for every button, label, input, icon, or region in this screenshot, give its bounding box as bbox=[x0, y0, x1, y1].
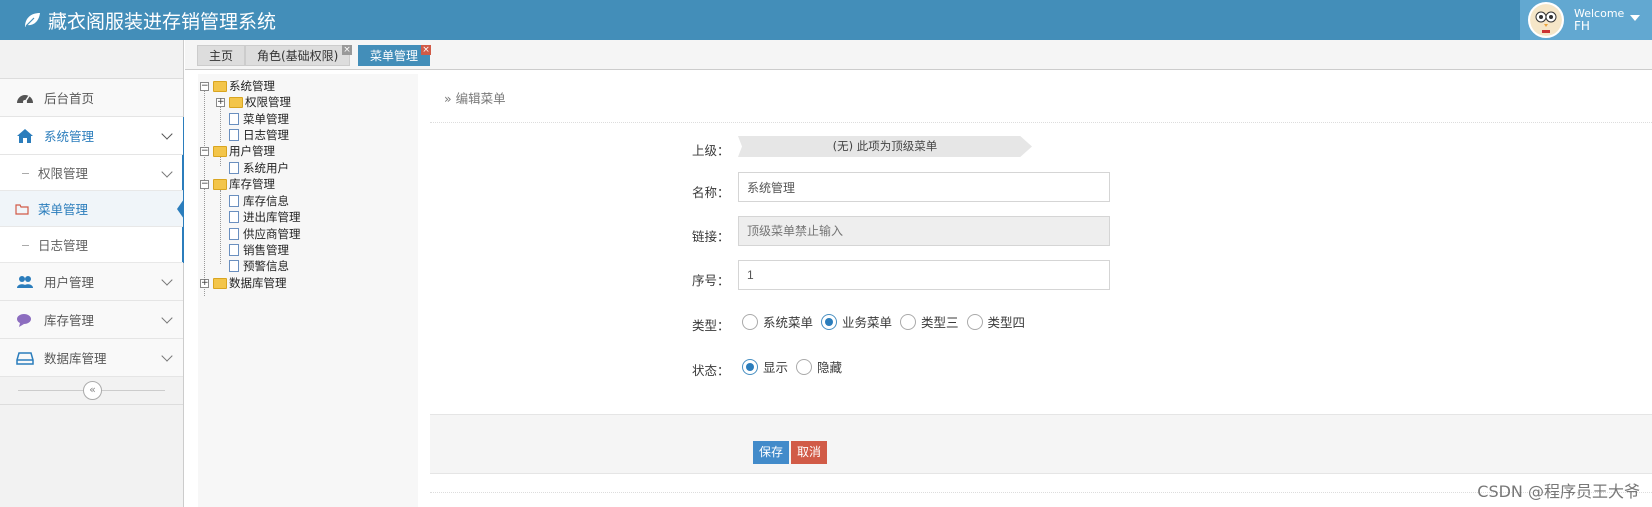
file-icon bbox=[229, 195, 239, 207]
tab-roles[interactable]: 角色(基础权限) bbox=[245, 45, 351, 66]
chevron-down-icon bbox=[161, 166, 173, 178]
chevron-down-icon bbox=[161, 312, 173, 324]
sidebar-item-dashboard[interactable]: 后台首页 bbox=[0, 79, 183, 117]
name-label: 名称： bbox=[692, 185, 730, 200]
tree-node[interactable]: + 权限管理 bbox=[216, 94, 291, 110]
tree-node[interactable]: 预警信息 bbox=[226, 258, 289, 274]
menu-tree: − 系统管理 + 权限管理 菜单管理 日志管理 − 用户管理 系统用户 − 库存… bbox=[198, 74, 418, 507]
folder-open-icon bbox=[213, 145, 227, 157]
radio-type-four[interactable] bbox=[966, 313, 983, 330]
sidebar-item-label: 库存管理 bbox=[44, 313, 95, 328]
file-icon bbox=[229, 228, 239, 240]
users-icon bbox=[16, 273, 34, 291]
tree-node[interactable]: 库存信息 bbox=[226, 193, 289, 209]
top-navbar: 藏衣阁服装进存销管理系统 Welcome FH bbox=[0, 0, 1652, 40]
file-icon bbox=[229, 129, 239, 141]
tree-node[interactable]: 进出库管理 bbox=[226, 209, 301, 225]
radio-type-system[interactable] bbox=[742, 313, 758, 330]
status-label: 状态： bbox=[692, 363, 730, 378]
order-label: 序号： bbox=[692, 273, 730, 288]
sidebar-subitem-log[interactable]: 日志管理 bbox=[0, 227, 183, 263]
close-icon[interactable]: × bbox=[342, 45, 352, 55]
chevron-down-icon bbox=[161, 128, 173, 140]
type-label: 类型： bbox=[692, 318, 730, 333]
parent-value: (无) 此项为顶级菜单 bbox=[738, 136, 1032, 157]
type-radio-group: 系统菜单 业务菜单 类型三 类型四 bbox=[742, 312, 1033, 331]
form-actions: 保存 取消 bbox=[430, 414, 1652, 474]
breadcrumb: » 编辑菜单 bbox=[444, 91, 506, 106]
name-field[interactable] bbox=[738, 172, 1110, 202]
caret-down-icon[interactable] bbox=[1630, 15, 1640, 21]
tab-home[interactable]: 主页 bbox=[197, 45, 246, 66]
link-label: 链接： bbox=[692, 229, 730, 244]
tree-node[interactable]: 销售管理 bbox=[226, 242, 289, 258]
order-field[interactable] bbox=[738, 260, 1110, 290]
tree-node[interactable]: + 数据库管理 bbox=[200, 275, 287, 291]
folder-open-icon bbox=[15, 203, 29, 218]
folder-icon bbox=[229, 96, 243, 108]
link-field[interactable] bbox=[738, 216, 1110, 246]
parent-label: 上级： bbox=[692, 143, 730, 158]
close-icon[interactable]: × bbox=[421, 45, 431, 55]
comments-icon bbox=[16, 311, 34, 329]
tree-node[interactable]: − 库存管理 bbox=[200, 176, 275, 192]
sidebar-subitem-label: 菜单管理 bbox=[38, 202, 89, 217]
sidebar-item-label: 用户管理 bbox=[44, 275, 95, 290]
tree-node[interactable]: − 系统管理 bbox=[200, 78, 275, 94]
tree-node[interactable]: 日志管理 bbox=[226, 127, 289, 143]
radio-status-hide[interactable] bbox=[796, 358, 813, 375]
file-icon bbox=[229, 260, 239, 272]
brand[interactable]: 藏衣阁服装进存销管理系统 bbox=[22, 6, 276, 34]
chevron-down-icon bbox=[161, 274, 173, 286]
hdd-icon bbox=[16, 349, 34, 367]
sidebar-item-database[interactable]: 数据库管理 bbox=[0, 339, 183, 377]
folder-open-icon bbox=[213, 178, 227, 190]
sidebar-item-label: 后台首页 bbox=[44, 91, 95, 106]
sidebar-item-users[interactable]: 用户管理 bbox=[0, 263, 183, 301]
sidebar-item-system[interactable]: 系统管理 bbox=[0, 117, 183, 155]
home-icon bbox=[16, 127, 34, 145]
folder-icon bbox=[213, 277, 227, 289]
sidebar-subitem-label: 日志管理 bbox=[38, 238, 89, 253]
folder-open-icon bbox=[213, 80, 227, 92]
sidebar-item-label: 数据库管理 bbox=[44, 351, 107, 366]
cancel-button[interactable]: 取消 bbox=[791, 441, 828, 464]
radio-type-three[interactable] bbox=[900, 313, 917, 330]
status-radio-group: 显示 隐藏 bbox=[742, 357, 850, 376]
sidebar-collapse-button[interactable]: « bbox=[83, 381, 102, 400]
tab-menu-management[interactable]: 菜单管理 bbox=[358, 45, 431, 66]
tree-node[interactable]: 系统用户 bbox=[226, 160, 289, 176]
chevron-down-icon bbox=[161, 350, 173, 362]
app-title: 藏衣阁服装进存销管理系统 bbox=[48, 10, 277, 33]
user-name: FH bbox=[1574, 19, 1590, 33]
sidebar-subitem-label: 权限管理 bbox=[38, 166, 89, 181]
file-icon bbox=[229, 162, 239, 174]
file-icon bbox=[229, 211, 239, 223]
edit-menu-form: » 编辑菜单 上级： (无) 此项为顶级菜单 名称： 链接： 序号： 类型： 系… bbox=[430, 74, 1652, 507]
file-icon bbox=[229, 244, 239, 256]
dashboard-icon bbox=[16, 89, 34, 107]
leaf-icon bbox=[22, 10, 42, 30]
sidebar-subitem-menu[interactable]: 菜单管理 bbox=[0, 191, 184, 227]
sidebar-item-inventory[interactable]: 库存管理 bbox=[0, 301, 183, 339]
radio-status-show[interactable] bbox=[742, 358, 758, 375]
sidebar: 后台首页 系统管理 权限管理 菜单管理 日志管理 用户管理 库存管理 数据库管理… bbox=[0, 40, 184, 507]
tree-node[interactable]: 供应商管理 bbox=[226, 226, 301, 242]
tree-node[interactable]: − 用户管理 bbox=[200, 143, 275, 159]
avatar bbox=[1528, 2, 1564, 38]
file-icon bbox=[229, 113, 239, 125]
user-menu[interactable]: Welcome FH bbox=[1520, 0, 1652, 40]
sidebar-subitem-permission[interactable]: 权限管理 bbox=[0, 155, 183, 191]
tree-node[interactable]: 菜单管理 bbox=[226, 111, 289, 127]
sidebar-item-label: 系统管理 bbox=[44, 129, 95, 144]
watermark: CSDN @程序员王大爷 bbox=[1477, 482, 1640, 501]
radio-type-business[interactable] bbox=[821, 313, 838, 330]
tab-bar: 主页 角色(基础权限) × 菜单管理 × bbox=[185, 40, 1652, 70]
save-button[interactable]: 保存 bbox=[753, 441, 790, 464]
